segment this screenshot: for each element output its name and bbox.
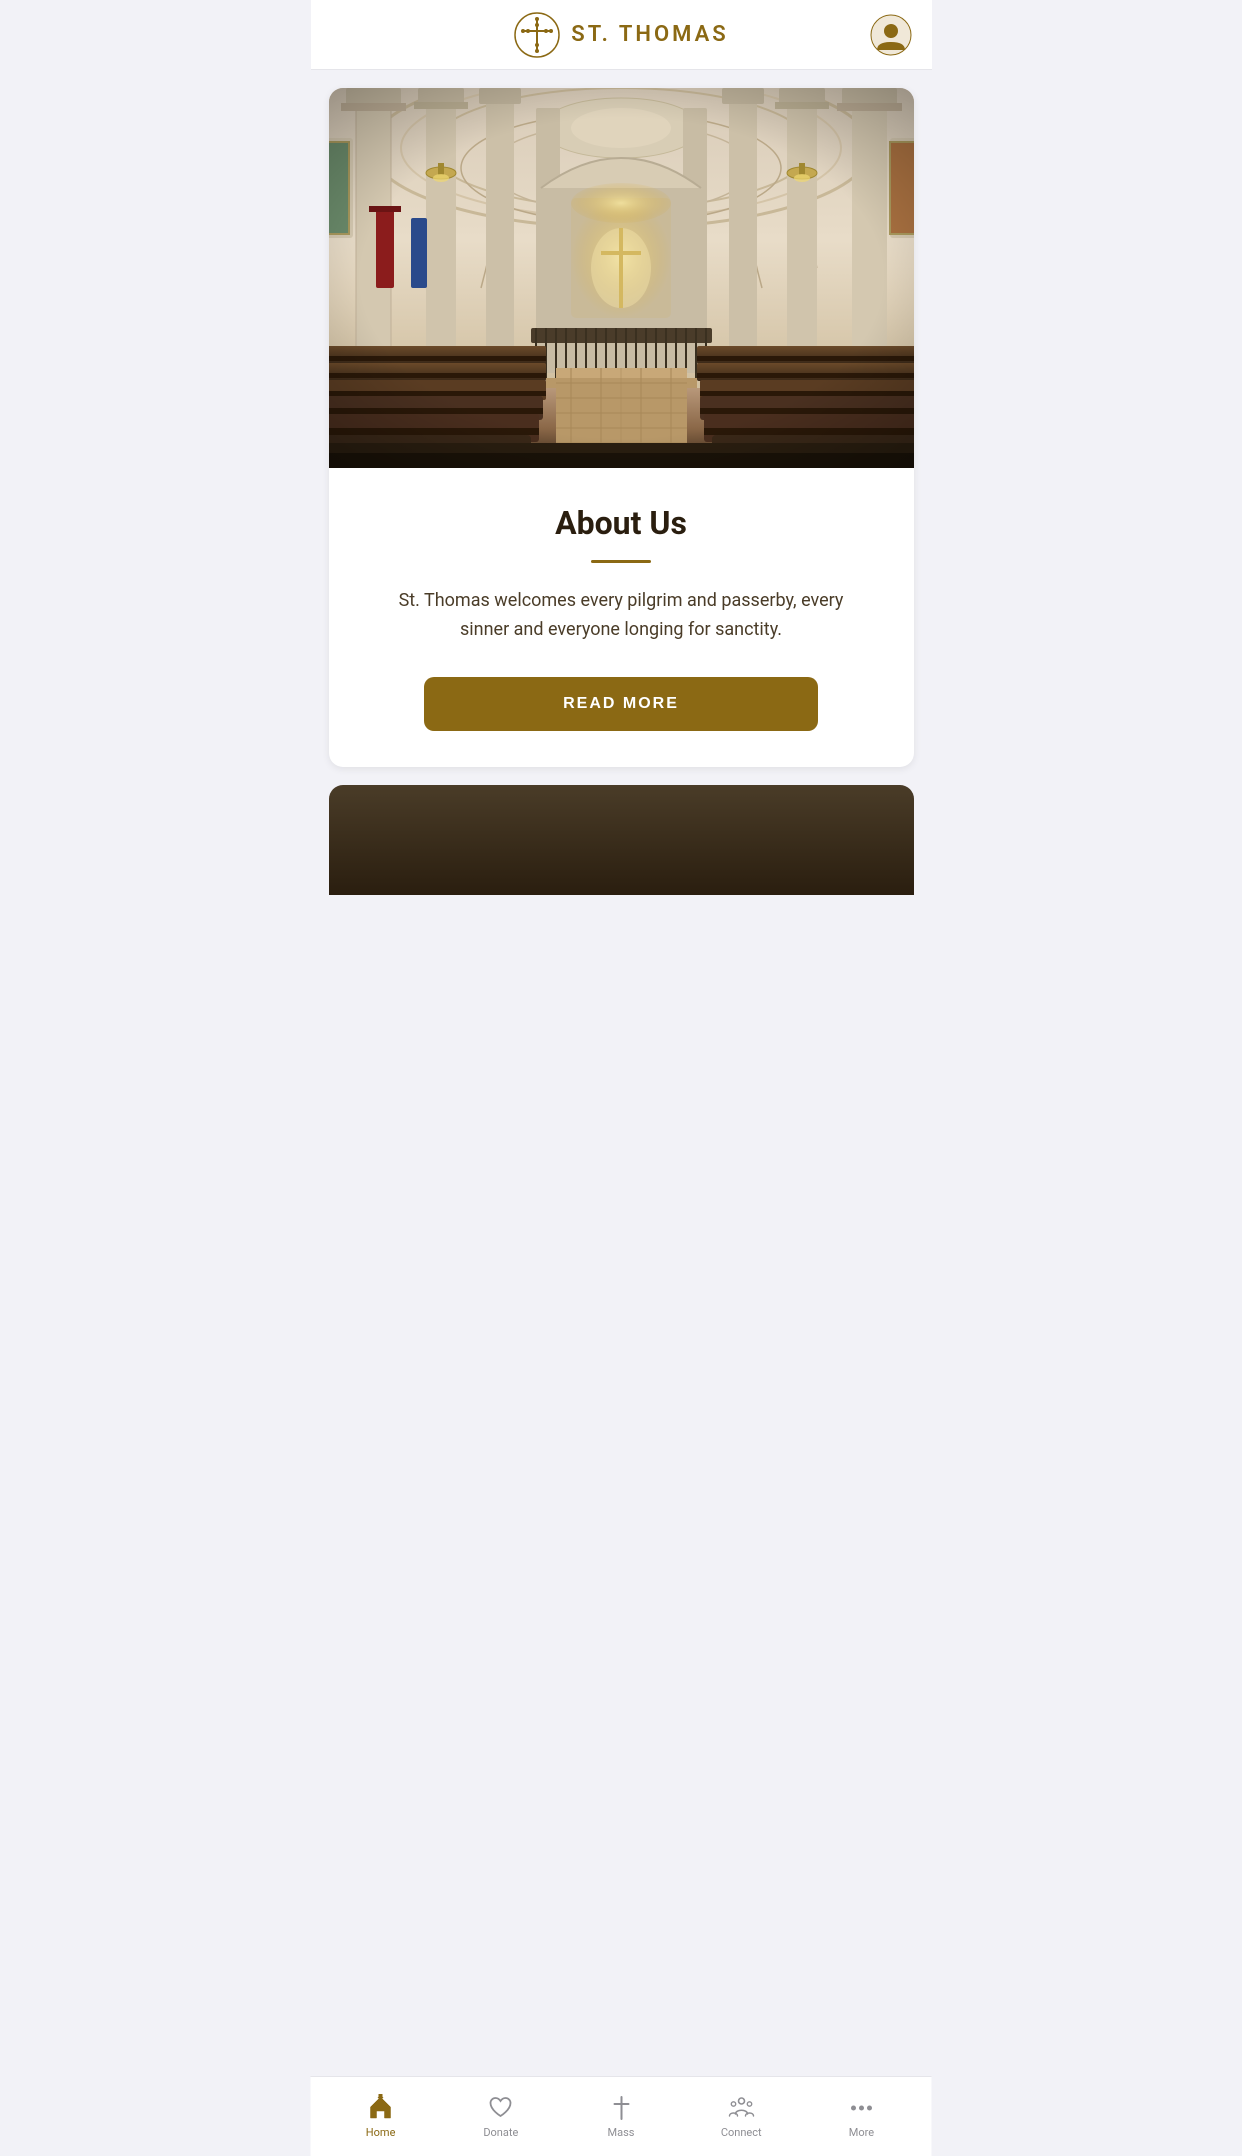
nav-label-donate: Donate	[483, 2126, 518, 2139]
about-title: About Us	[375, 504, 868, 542]
church-hero-image	[329, 88, 914, 468]
nav-label-more: More	[849, 2126, 874, 2139]
next-section-preview	[329, 785, 914, 895]
connect-people-icon	[727, 2094, 755, 2122]
nav-item-more[interactable]: More	[801, 2086, 921, 2147]
donate-heart-icon	[487, 2094, 515, 2122]
nav-item-home[interactable]: Home	[321, 2086, 441, 2147]
nav-label-connect: Connect	[721, 2126, 762, 2139]
app-header: ST. THOMAS	[311, 0, 932, 70]
nav-item-mass[interactable]: Mass	[561, 2086, 681, 2147]
app-title: ST. THOMAS	[571, 22, 728, 47]
header-logo: ST. THOMAS	[513, 11, 728, 59]
main-content: About Us St. Thomas welcomes every pilgr…	[311, 88, 932, 975]
nav-label-home: Home	[366, 2126, 396, 2139]
nav-item-donate[interactable]: Donate	[441, 2086, 561, 2147]
nav-label-mass: Mass	[608, 2126, 635, 2139]
hero-card: About Us St. Thomas welcomes every pilgr…	[329, 88, 914, 767]
mass-cross-icon	[607, 2094, 635, 2122]
home-icon	[367, 2094, 395, 2122]
about-description: St. Thomas welcomes every pilgrim and pa…	[375, 587, 868, 645]
user-avatar-icon[interactable]	[870, 14, 912, 56]
about-divider	[591, 560, 651, 563]
bottom-nav: Home Donate Mass Connect	[311, 2076, 932, 2156]
more-dots-icon	[847, 2094, 875, 2122]
nav-item-connect[interactable]: Connect	[681, 2086, 801, 2147]
read-more-button[interactable]: READ MORE	[424, 677, 818, 731]
church-interior-svg	[329, 88, 914, 468]
about-section: About Us St. Thomas welcomes every pilgr…	[347, 468, 896, 767]
church-cross-icon	[513, 11, 561, 59]
